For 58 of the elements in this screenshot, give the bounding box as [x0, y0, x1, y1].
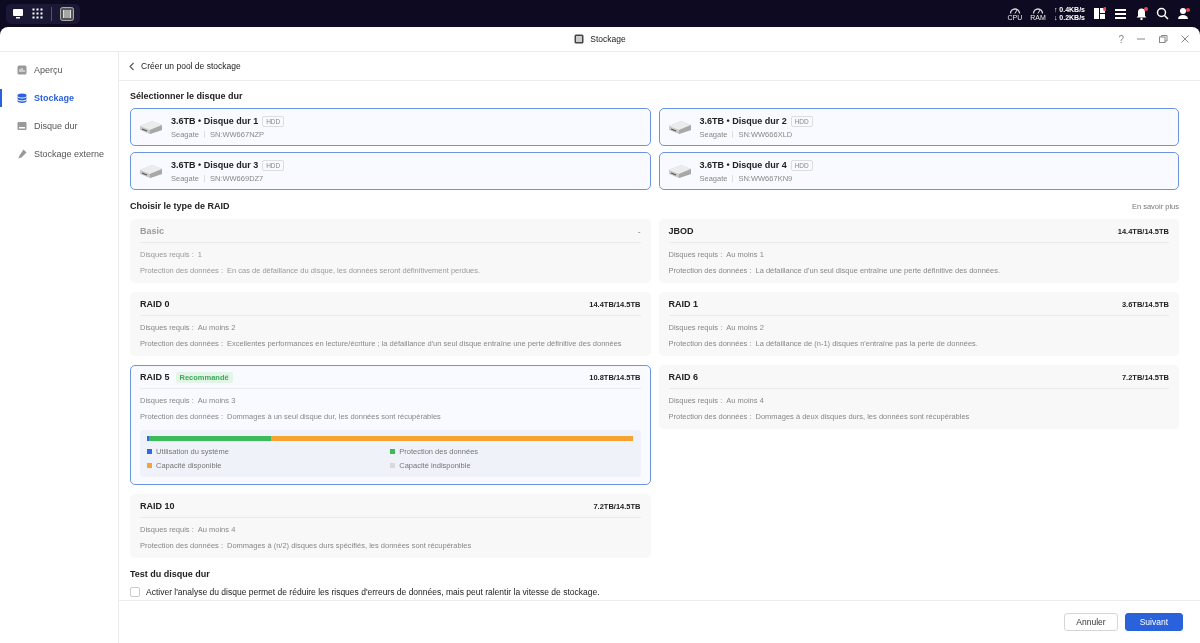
raid-name: RAID 5: [140, 372, 170, 382]
restore-button[interactable]: [1158, 34, 1168, 44]
close-button[interactable]: [1180, 34, 1190, 44]
hard-drive-icon: [667, 119, 692, 135]
user-icon: [1177, 7, 1190, 20]
gauge-icon: [1032, 6, 1045, 14]
storage-icon: [574, 34, 585, 44]
raid-name: Basic: [140, 226, 165, 236]
cancel-button[interactable]: Annuler: [1064, 613, 1118, 631]
apps-button[interactable]: [32, 8, 43, 19]
storage-icon: [60, 6, 74, 21]
sidebar-item[interactable]: Stockage: [0, 84, 118, 112]
raid-name: RAID 1: [668, 299, 698, 309]
hard-drive-icon: [667, 163, 692, 179]
disk-title: 3.6TB • Disque dur 1: [171, 116, 259, 126]
sidebar-item[interactable]: Stockage externe: [0, 140, 118, 168]
hard-drive-icon: [139, 163, 163, 179]
raid-name: RAID 6: [668, 372, 698, 382]
sidebar-item[interactable]: Disque dur: [0, 112, 118, 140]
next-button[interactable]: Suivant: [1124, 613, 1183, 631]
list-icon: [1114, 7, 1127, 20]
checkbox-label: Activer l'analyse du disque permet de réduire les risques d'erreurs de données, mais peut ralentir la vitesse de stockage.: [146, 587, 600, 597]
restore-icon: [1158, 34, 1168, 44]
notifications-button[interactable]: [1135, 7, 1148, 20]
sidebar-item[interactable]: Aperçu: [0, 56, 118, 84]
widgets-button[interactable]: [1093, 7, 1106, 20]
user-button[interactable]: [1177, 7, 1190, 20]
disk-title: 3.6TB • Disque dur 3: [171, 160, 259, 170]
desktop-button[interactable]: [12, 8, 24, 19]
checkbox[interactable]: [130, 587, 140, 597]
help-button[interactable]: ?: [1118, 33, 1124, 45]
hard-drive-icon: [139, 119, 163, 135]
section-heading: Test du disque dur: [130, 569, 211, 579]
database-icon: [17, 93, 27, 103]
section-heading: Sélectionner le disque dur: [130, 91, 244, 101]
drive-icon: [17, 121, 27, 131]
section-heading: Choisir le type de RAID: [130, 201, 230, 211]
bell-icon: [1135, 7, 1148, 20]
raid-card[interactable]: [130, 365, 651, 485]
disk-title: 3.6TB • Disque dur 4: [699, 160, 787, 170]
gauge-icon: [1008, 6, 1021, 14]
window-title: Stockage: [590, 34, 626, 44]
widgets-icon: [1093, 7, 1106, 20]
search-icon: [1156, 7, 1169, 20]
storage-app-button[interactable]: [60, 6, 74, 21]
back-button[interactable]: [128, 61, 135, 71]
monitor-icon: [12, 8, 24, 19]
page-title: Créer un pool de stockage: [141, 61, 241, 71]
search-button[interactable]: [1156, 7, 1169, 20]
close-icon: [1180, 34, 1190, 44]
raid-name: RAID 0: [140, 299, 170, 309]
chevron-left-icon: [128, 61, 135, 71]
tasks-button[interactable]: [1114, 7, 1127, 20]
grid-icon: [32, 8, 43, 19]
raid-name: RAID 10: [140, 501, 175, 511]
disk-title: 3.6TB • Disque dur 2: [699, 116, 787, 126]
raid-name: JBOD: [668, 226, 694, 236]
chart-icon: [17, 65, 27, 75]
